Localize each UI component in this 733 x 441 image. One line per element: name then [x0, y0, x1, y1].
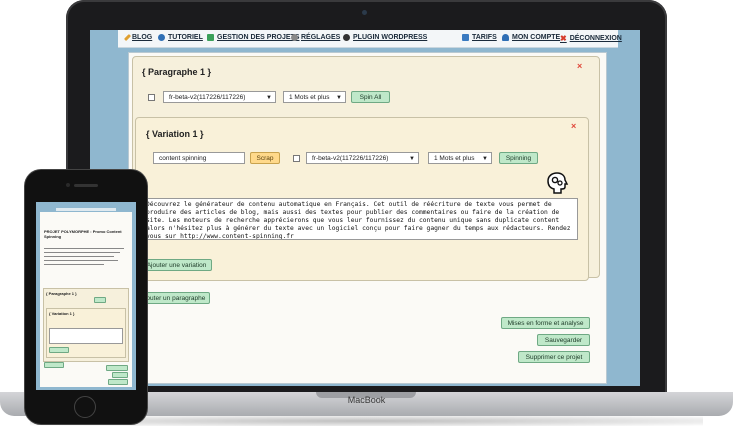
- variation-text-area[interactable]: Découvrez le générateur de contenu autom…: [142, 198, 578, 240]
- paragraph-checkbox[interactable]: [148, 94, 155, 101]
- close-icon: ✖: [560, 34, 567, 43]
- nav-tutoriel[interactable]: TUTORIEL: [158, 34, 203, 41]
- nav-tutoriel-label: TUTORIEL: [168, 34, 203, 41]
- camera-icon: [362, 10, 367, 15]
- brain-gear-icon: [547, 172, 569, 194]
- chevron-down-icon: ▼: [336, 95, 342, 101]
- phone-add-variation-button[interactable]: [49, 347, 69, 353]
- nav-deconnexion-label: DÉCONNEXION: [569, 35, 622, 42]
- phone-text-line: [44, 252, 120, 253]
- format-analyze-button[interactable]: Mises en forme et analyse: [501, 317, 590, 329]
- phone-navbar: [56, 208, 116, 211]
- top-navbar: BLOG TUTORIEL GESTION DES PROJETS RÉGLAG…: [118, 30, 622, 48]
- spinning-button[interactable]: Spinning: [499, 152, 538, 164]
- phone-project-title: PROJET POLYMORPHE : Promo Content Spinni…: [44, 229, 122, 239]
- wordpress-icon: [343, 34, 350, 41]
- nav-mon-compte[interactable]: MON COMPTE: [502, 34, 560, 41]
- delete-project-button[interactable]: Supprimer ce projet: [518, 351, 590, 363]
- phone-text-line: [44, 264, 104, 265]
- phone-speaker: [74, 184, 98, 187]
- save-button[interactable]: Sauvegarder: [537, 334, 590, 346]
- plus-icon: [207, 34, 214, 41]
- nav-plugin-label: PLUGIN WORDPRESS: [353, 34, 428, 41]
- nav-reglages-label: RÉGLAGES: [301, 34, 341, 41]
- variation-words-value: 1 Mots et plus: [434, 155, 475, 162]
- variation-language-select[interactable]: fr-beta-v2(117226/117226) ▼: [306, 152, 419, 164]
- paragraph-language-value: fr-beta-v2(117226/117226): [169, 94, 246, 101]
- phone-text-line: [44, 256, 114, 257]
- gear-icon: [291, 34, 298, 41]
- list-icon: [462, 34, 469, 41]
- variation-language-value: fr-beta-v2(117226/117226): [312, 155, 389, 162]
- nav-tarifs[interactable]: TARIFS: [462, 34, 497, 41]
- scrap-button[interactable]: Scrap: [250, 152, 280, 164]
- nav-gestion-projets[interactable]: GESTION DES PROJETS: [207, 34, 299, 41]
- user-icon: [502, 34, 509, 41]
- chevron-down-icon: ▼: [482, 156, 488, 162]
- phone-paragraph-title: { Paragraphe 1 }: [46, 291, 77, 296]
- nav-blog[interactable]: BLOG: [123, 33, 153, 42]
- paragraph-language-select[interactable]: fr-beta-v2(117226/117226) ▼: [163, 91, 276, 103]
- add-paragraph-button[interactable]: Ajouter un paragraphe: [136, 292, 210, 304]
- nav-gestion-label: GESTION DES PROJETS: [217, 34, 300, 41]
- paragraph-title: { Paragraphe 1 }: [142, 67, 212, 77]
- phone-add-paragraph-button[interactable]: [44, 362, 64, 368]
- variation-title: { Variation 1 }: [146, 129, 204, 139]
- laptop-screen: BLOG TUTORIEL GESTION DES PROJETS RÉGLAG…: [90, 30, 640, 386]
- phone-spin-all-button[interactable]: [94, 297, 106, 303]
- paragraph-words-select[interactable]: 1 Mots et plus ▼: [283, 91, 346, 103]
- keyword-input[interactable]: content spinning: [153, 152, 245, 164]
- phone-save-button[interactable]: [112, 372, 128, 378]
- paragraph-words-value: 1 Mots et plus: [289, 94, 330, 101]
- phone-text-area[interactable]: [49, 328, 123, 344]
- nav-blog-label: BLOG: [132, 34, 153, 41]
- phone-text-line: [44, 248, 124, 249]
- info-icon: [158, 34, 165, 41]
- spin-all-button[interactable]: Spin All: [351, 91, 390, 103]
- phone-screen: PROJET POLYMORPHE : Promo Content Spinni…: [36, 202, 136, 390]
- nav-plugin-wordpress[interactable]: PLUGIN WORDPRESS: [343, 34, 427, 41]
- phone-delete-button[interactable]: [108, 379, 128, 385]
- variation-words-select[interactable]: 1 Mots et plus ▼: [428, 152, 492, 164]
- nav-compte-label: MON COMPTE: [512, 34, 561, 41]
- phone-format-button[interactable]: [106, 365, 128, 371]
- nav-deconnexion[interactable]: ✖ DÉCONNEXION: [560, 34, 622, 43]
- variation-checkbox[interactable]: [293, 155, 300, 162]
- chevron-down-icon: ▼: [266, 95, 272, 101]
- pencil-icon: [123, 33, 132, 42]
- add-variation-button[interactable]: Ajouter une variation: [141, 259, 212, 271]
- nav-tarifs-label: TARIFS: [472, 34, 497, 41]
- phone-camera-icon: [66, 183, 70, 187]
- variation-close-icon[interactable]: ×: [571, 121, 576, 131]
- paragraph-close-icon[interactable]: ×: [577, 61, 582, 71]
- nav-reglages[interactable]: RÉGLAGES: [291, 34, 340, 41]
- phone-home-button[interactable]: [74, 396, 96, 418]
- chevron-down-icon: ▼: [409, 156, 415, 162]
- phone-variation-title: { Variation 1 }: [49, 311, 75, 316]
- phone-text-line: [44, 260, 118, 261]
